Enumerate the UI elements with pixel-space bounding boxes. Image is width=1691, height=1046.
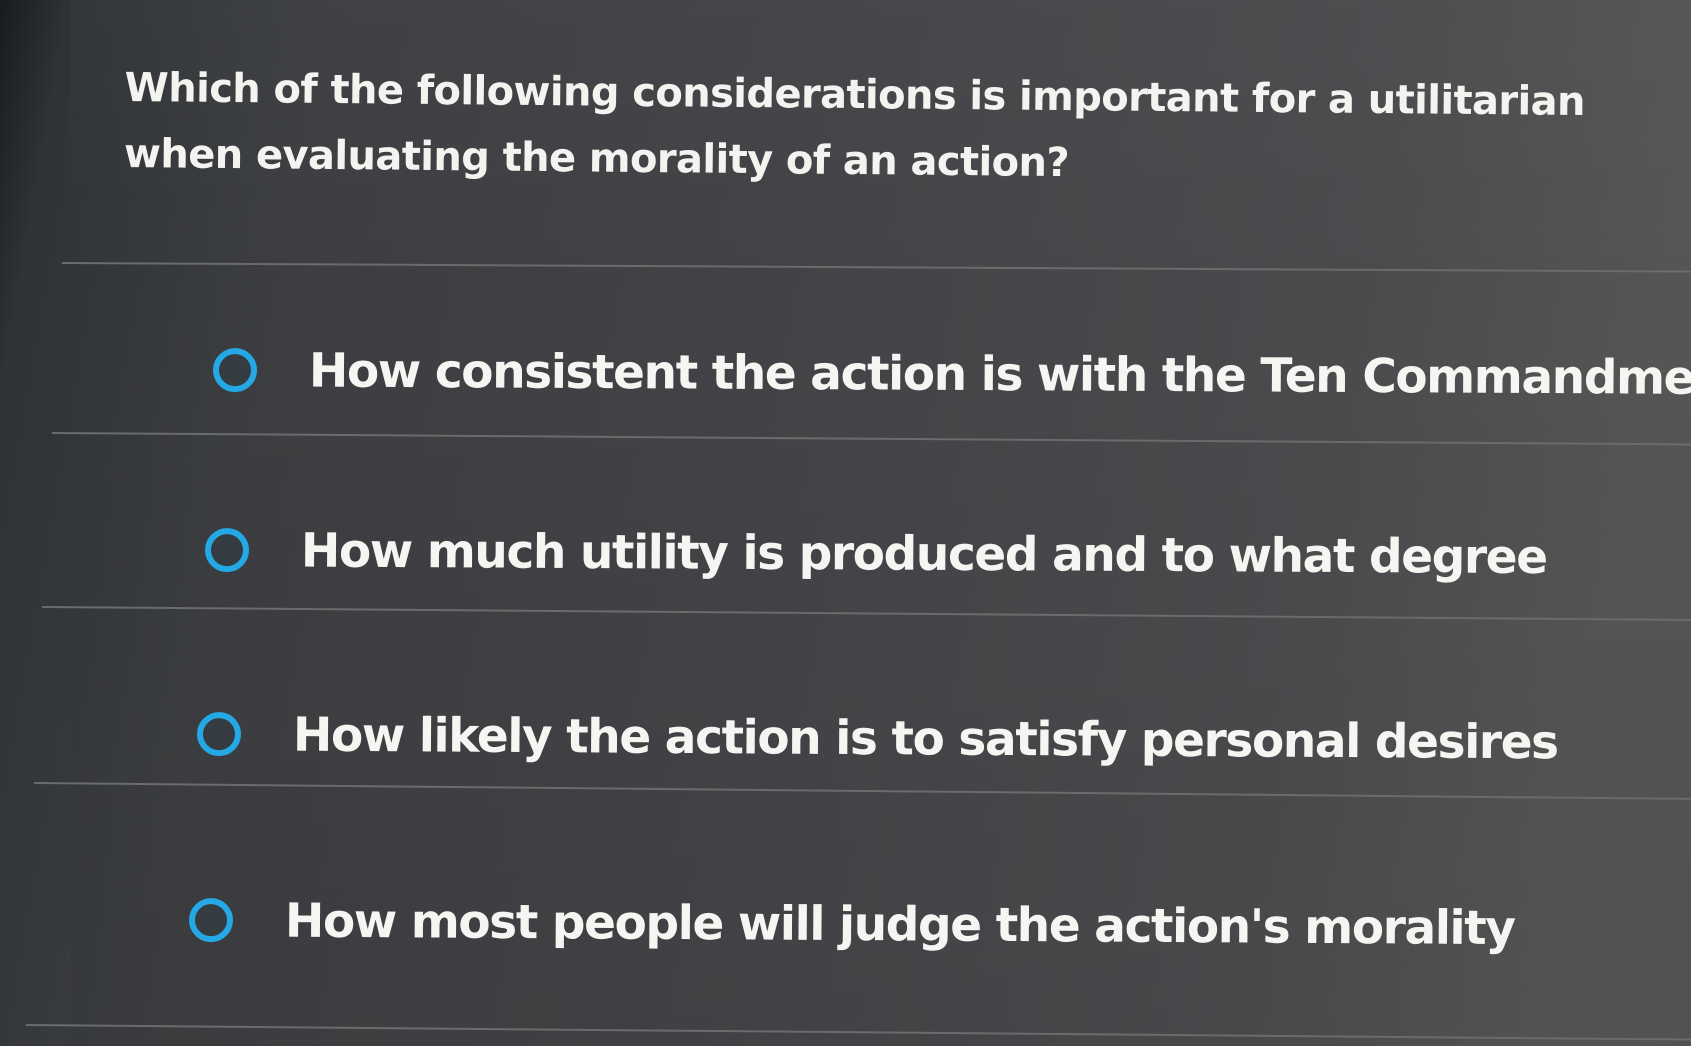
question-text: Which of the following considerations is… — [123, 64, 1586, 187]
answer-option-2[interactable]: How much utility is produced and to what… — [204, 500, 1547, 607]
radio-button-2[interactable] — [204, 528, 250, 573]
radio-button-1[interactable] — [212, 348, 258, 393]
answer-option-4[interactable]: How most people will judge the action's … — [188, 870, 1515, 978]
radio-button-3[interactable] — [196, 712, 242, 757]
option-label-1: How consistent the action is with the Te… — [308, 343, 1691, 406]
option-label-2: How much utility is produced and to what… — [300, 523, 1547, 585]
option-label-3: How likely the action is to satisfy pers… — [292, 707, 1558, 770]
answer-option-1[interactable]: How consistent the action is with the Te… — [212, 320, 1691, 428]
answer-option-3[interactable]: How likely the action is to satisfy pers… — [196, 684, 1558, 792]
monitor-screen: Which of the following considerations is… — [0, 0, 1691, 1046]
radio-button-4[interactable] — [188, 898, 234, 943]
option-label-4: How most people will judge the action's … — [284, 893, 1515, 956]
